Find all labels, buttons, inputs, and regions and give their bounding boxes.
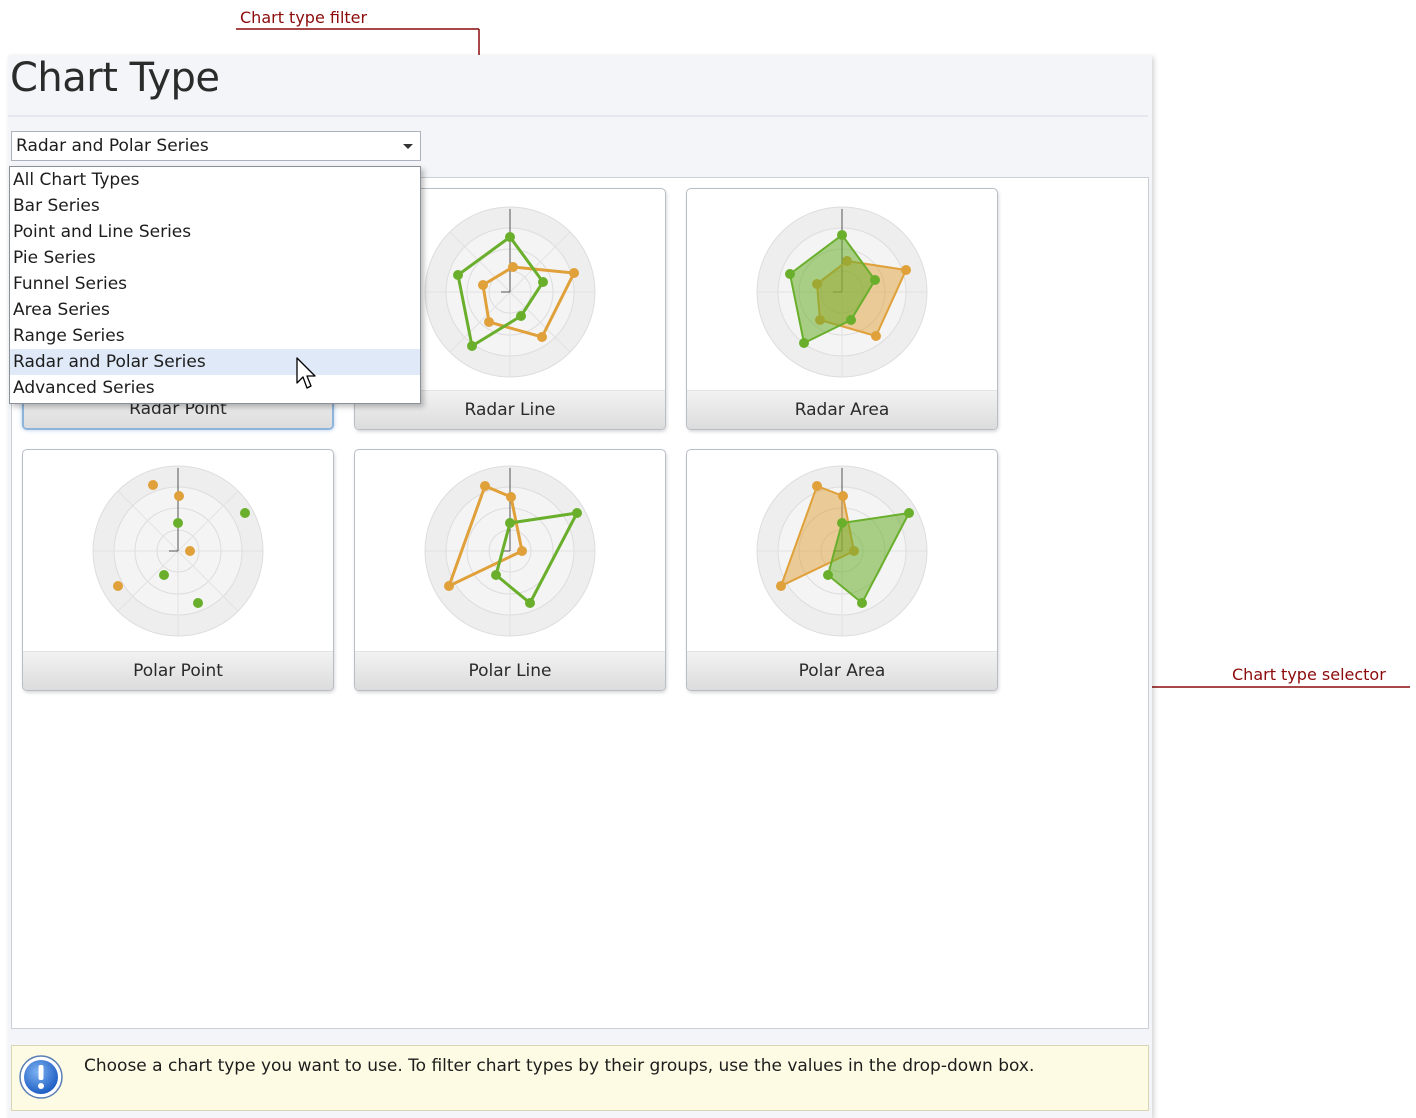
chart-type-selector-annotation: Chart type selector bbox=[1232, 665, 1386, 684]
dropdown-item-point-and-line-series[interactable]: Point and Line Series bbox=[10, 219, 420, 245]
info-bar: Choose a chart type you want to use. To … bbox=[11, 1045, 1149, 1111]
polar-grid bbox=[424, 465, 596, 637]
polar-point-chart-icon bbox=[92, 465, 264, 637]
chart-type-filter-combo[interactable]: Radar and Polar Series bbox=[11, 131, 421, 161]
chart-tile-polar-line[interactable]: Polar Line bbox=[354, 449, 666, 691]
info-icon bbox=[19, 1055, 63, 1099]
radar-area-chart-icon bbox=[756, 206, 928, 378]
polar-line-chart-icon bbox=[424, 465, 596, 637]
chart-type-filter-annotation: Chart type filter bbox=[240, 8, 368, 27]
chart-type-filter-value: Radar and Polar Series bbox=[16, 136, 209, 156]
tile-label: Radar Area bbox=[687, 390, 997, 429]
chart-type-filter-dropdown[interactable]: All Chart Types Bar Series Point and Lin… bbox=[9, 166, 421, 404]
dropdown-item-bar-series[interactable]: Bar Series bbox=[10, 193, 420, 219]
dropdown-item-funnel-series[interactable]: Funnel Series bbox=[10, 271, 420, 297]
dropdown-item-range-series[interactable]: Range Series bbox=[10, 323, 420, 349]
tile-label: Polar Area bbox=[687, 651, 997, 690]
mouse-cursor-icon bbox=[296, 357, 316, 389]
chart-tile-polar-area[interactable]: Polar Area bbox=[686, 449, 998, 691]
page-title: Chart Type bbox=[10, 55, 220, 101]
chevron-down-icon[interactable] bbox=[403, 144, 413, 149]
info-message: Choose a chart type you want to use. To … bbox=[84, 1056, 1035, 1076]
dropdown-item-pie-series[interactable]: Pie Series bbox=[10, 245, 420, 271]
tile-label: Polar Point bbox=[23, 651, 333, 690]
chart-tile-polar-point[interactable]: Polar Point bbox=[22, 449, 334, 691]
dropdown-item-radar-and-polar-series[interactable]: Radar and Polar Series bbox=[10, 349, 420, 375]
polar-area-chart-icon bbox=[756, 465, 928, 637]
dropdown-item-all-chart-types[interactable]: All Chart Types bbox=[10, 167, 420, 193]
dropdown-item-area-series[interactable]: Area Series bbox=[10, 297, 420, 323]
chart-tile-radar-area[interactable]: Radar Area bbox=[686, 188, 998, 430]
title-divider bbox=[8, 115, 1148, 117]
dropdown-item-advanced-series[interactable]: Advanced Series bbox=[10, 375, 420, 401]
tile-label: Polar Line bbox=[355, 651, 665, 690]
